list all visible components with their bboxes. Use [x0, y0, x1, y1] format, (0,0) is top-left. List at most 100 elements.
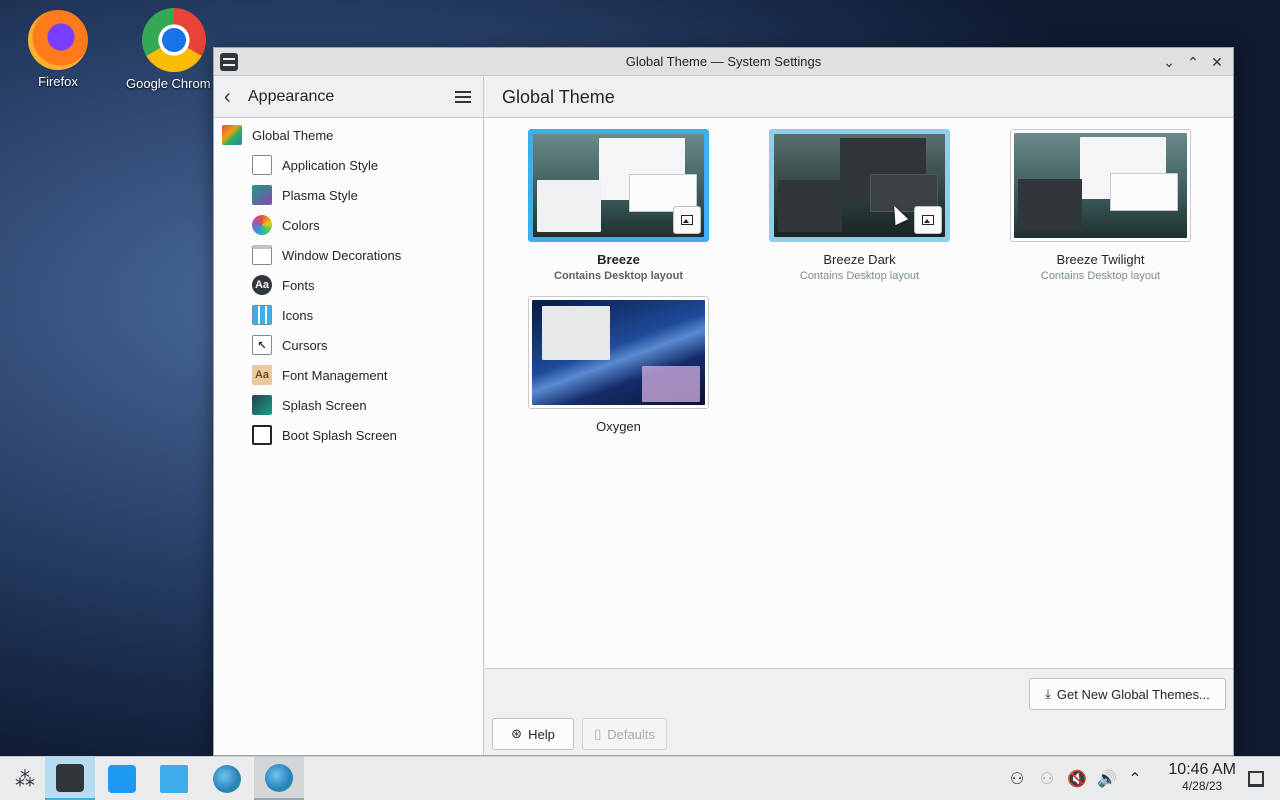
plasma-style-icon: [252, 185, 272, 205]
theme-thumbnail: [528, 129, 709, 242]
maximize-button[interactable]: ⌃: [1183, 52, 1203, 72]
sidebar-header: ‹ Appearance: [214, 77, 483, 118]
theme-card-breeze-twilight[interactable]: Breeze Twilight Contains Desktop layout: [1010, 129, 1191, 282]
image-icon: [681, 215, 693, 225]
theme-card-oxygen[interactable]: Oxygen: [528, 296, 709, 437]
preview-button[interactable]: [914, 206, 942, 234]
show-desktop-icon[interactable]: [1248, 771, 1264, 787]
task-system-settings[interactable]: [45, 757, 95, 800]
sidebar-item-label: Application Style: [282, 157, 379, 173]
system-settings-window: Global Theme — System Settings ⌄ ⌃ ✕ ‹ A…: [213, 47, 1234, 756]
sidebar-heading: Appearance: [248, 88, 335, 105]
cursors-icon: ↖: [252, 335, 272, 355]
theme-thumbnail: [1010, 129, 1191, 242]
theme-name: Breeze Dark: [823, 252, 896, 267]
sidebar-item-label: Fonts: [282, 277, 315, 293]
clock-date: 4/28/23: [1182, 779, 1223, 793]
image-icon: [922, 215, 934, 225]
task-dolphin[interactable]: [149, 757, 199, 800]
task-discover[interactable]: [97, 757, 147, 800]
window-title: Global Theme — System Settings: [625, 54, 822, 69]
folder-icon: [160, 765, 188, 793]
colors-icon: [252, 215, 272, 235]
defaults-button[interactable]: ▯ Defaults: [582, 718, 667, 750]
sidebar-item-label: Icons: [282, 307, 314, 323]
boot-splash-screen-icon: [252, 425, 272, 445]
document-revert-icon: ▯: [594, 726, 602, 741]
sidebar-item-cursors[interactable]: ↖ Cursors: [214, 330, 483, 360]
sidebar-item-label: Cursors: [282, 337, 328, 353]
clock[interactable]: 10:46 AM 4/28/23: [1168, 761, 1236, 793]
preview-button[interactable]: [673, 206, 701, 234]
sidebar: ‹ Appearance Global Theme Application St…: [214, 77, 484, 755]
desktop-icon-label: Google Chrom: [126, 76, 211, 91]
sidebar-item-label: Boot Splash Screen: [282, 427, 397, 443]
sidebar-item-label: Global Theme: [252, 127, 334, 143]
back-button[interactable]: ‹: [224, 86, 246, 109]
window-decorations-icon: [252, 245, 272, 265]
globe-icon: [265, 763, 293, 792]
system-settings-icon: [56, 763, 84, 792]
theme-thumbnail: [769, 129, 950, 242]
theme-subtitle: Contains Desktop layout: [554, 270, 683, 282]
font-management-icon: Aa: [252, 365, 272, 385]
theme-card-breeze[interactable]: Breeze Contains Desktop layout: [528, 129, 709, 282]
desktop-icon-label: Firefox: [38, 74, 78, 89]
desktop-icon-firefox[interactable]: Firefox: [8, 10, 108, 89]
sidebar-item-application-style[interactable]: Application Style: [214, 150, 483, 180]
theme-subtitle: Contains Desktop layout: [1040, 270, 1161, 282]
sidebar-item-colors[interactable]: Colors: [214, 210, 483, 240]
get-new-global-themes-button[interactable]: ⤓ Get New Global Themes...: [1029, 678, 1226, 710]
sidebar-item-splash-screen[interactable]: Splash Screen: [214, 390, 483, 420]
network-icon[interactable]: ⚇: [1033, 757, 1061, 800]
main-panel: Global Theme Breeze Contains Desktop lay…: [485, 77, 1233, 755]
sidebar-item-label: Window Decorations: [282, 247, 402, 263]
sidebar-item-boot-splash-screen[interactable]: Boot Splash Screen: [214, 420, 483, 450]
sidebar-item-label: Splash Screen: [282, 397, 367, 413]
sidebar-item-label: Font Management: [282, 367, 388, 383]
task-browser[interactable]: [202, 757, 252, 800]
globe-icon: [213, 765, 241, 793]
theme-name: Breeze Twilight: [1056, 252, 1145, 267]
chevron-up-icon[interactable]: ⌃: [1121, 757, 1149, 800]
fonts-icon: Aa: [252, 275, 272, 295]
theme-thumbnail: [528, 296, 709, 409]
task-browser-2[interactable]: [254, 757, 304, 800]
page-title: Global Theme: [485, 77, 1233, 118]
sidebar-item-plasma-style[interactable]: Plasma Style: [214, 180, 483, 210]
sidebar-item-icons[interactable]: Icons: [214, 300, 483, 330]
theme-name: Breeze: [597, 252, 640, 267]
sidebar-item-font-management[interactable]: Aa Font Management: [214, 360, 483, 390]
system-settings-icon[interactable]: [220, 53, 238, 71]
close-button[interactable]: ✕: [1207, 52, 1227, 72]
discover-icon: [108, 765, 136, 793]
download-icon: ⤓: [1045, 686, 1051, 701]
sidebar-item-label: Plasma Style: [282, 187, 358, 203]
sidebar-item-fonts[interactable]: Aa Fonts: [214, 270, 483, 300]
hamburger-menu-icon[interactable]: [455, 91, 471, 103]
firefox-icon: [28, 10, 88, 70]
footer: ⤓ Get New Global Themes... ⊛ Help ▯ Defa…: [485, 670, 1233, 755]
icons-icon: [252, 305, 272, 325]
launcher-icon: ⁂: [15, 768, 35, 791]
minimize-button[interactable]: ⌄: [1159, 52, 1179, 72]
clock-time: 10:46 AM: [1168, 761, 1236, 778]
sidebar-item-window-decorations[interactable]: Window Decorations: [214, 240, 483, 270]
application-style-icon: [252, 155, 272, 175]
volume-icon[interactable]: 🔊: [1093, 757, 1121, 800]
user-icon[interactable]: ⚇: [1003, 757, 1031, 800]
application-launcher-button[interactable]: ⁂: [0, 757, 50, 800]
help-button[interactable]: ⊛ Help: [492, 718, 574, 750]
muted-speaker-icon[interactable]: 🔇: [1063, 757, 1091, 800]
desktop-icon-chrome[interactable]: Google Chrom: [124, 8, 224, 91]
taskbar: ⁂ ⚇ ⚇ 🔇 🔊 ⌃ 10:46 AM 4/28/23: [0, 756, 1280, 800]
chrome-icon: [142, 8, 206, 72]
sidebar-nav: Global Theme Application Style Plasma St…: [214, 118, 483, 450]
theme-card-breeze-dark[interactable]: Breeze Dark Contains Desktop layout: [769, 129, 950, 282]
sidebar-item-global-theme[interactable]: Global Theme: [214, 120, 483, 150]
title-bar[interactable]: Global Theme — System Settings ⌄ ⌃ ✕: [214, 48, 1233, 76]
sidebar-item-label: Colors: [282, 217, 320, 233]
help-icon: ⊛: [511, 726, 523, 741]
global-theme-icon: [222, 125, 242, 145]
splash-screen-icon: [252, 395, 272, 415]
